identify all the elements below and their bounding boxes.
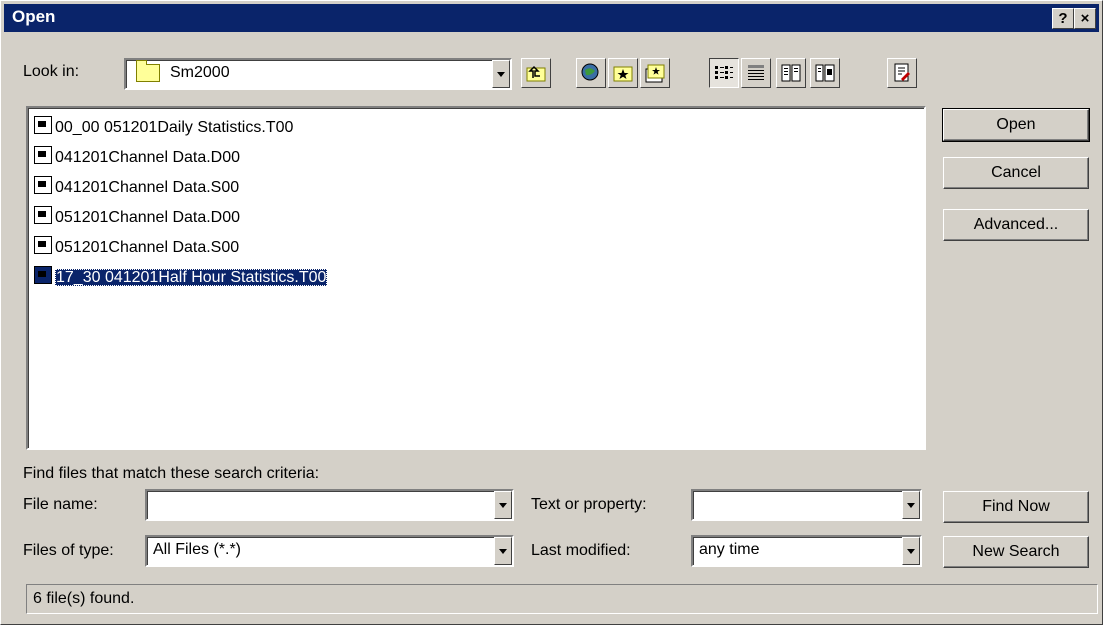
status-bar: 6 file(s) found. xyxy=(26,584,1098,614)
last-modified-value: any time xyxy=(699,541,760,558)
new-search-button[interactable]: New Search xyxy=(943,536,1089,568)
search-web-icon xyxy=(581,63,599,81)
file-icon xyxy=(34,116,52,134)
files-of-type-label: Files of type: xyxy=(23,542,114,559)
file-list-item[interactable]: 051201Channel Data.D00 xyxy=(34,206,240,228)
chevron-down-icon[interactable] xyxy=(902,537,920,565)
folder-icon xyxy=(136,60,160,82)
chevron-down-icon[interactable] xyxy=(494,491,512,519)
commands-and-settings-icon xyxy=(894,63,910,82)
find-now-button[interactable]: Find Now xyxy=(943,491,1089,523)
advanced-button[interactable]: Advanced... xyxy=(943,209,1089,241)
title-bar[interactable]: Open ? × xyxy=(4,4,1099,32)
files-of-type-dropdown[interactable]: All Files (*.*) xyxy=(145,535,514,567)
add-to-favorites-button[interactable] xyxy=(640,58,670,88)
search-web-button[interactable] xyxy=(576,58,606,88)
last-modified-dropdown[interactable]: any time xyxy=(691,535,922,567)
list-view-icon xyxy=(715,66,733,79)
file-list-item[interactable]: 00_00 051201Daily Statistics.T00 xyxy=(34,116,293,138)
look-in-value: Sm2000 xyxy=(170,64,230,81)
up-one-level-icon xyxy=(526,65,546,82)
file-name: 00_00 051201Daily Statistics.T00 xyxy=(55,119,294,136)
text-property-combo[interactable] xyxy=(691,489,922,521)
file-name: 17_30 041201Half Hour Statistics.T00 xyxy=(55,269,328,286)
preview-view-icon xyxy=(815,64,835,82)
file-list[interactable]: 00_00 051201Daily Statistics.T00 041201C… xyxy=(26,106,926,450)
file-name: 041201Channel Data.D00 xyxy=(55,149,241,166)
file-icon xyxy=(34,176,52,194)
chevron-down-icon[interactable] xyxy=(494,537,512,565)
open-dialog: Open ? × Look in: Sm2000 00_00 051201Dai… xyxy=(0,0,1103,625)
look-in-favorites-icon xyxy=(613,66,633,82)
help-button[interactable]: ? xyxy=(1052,8,1074,29)
last-modified-label: Last modified: xyxy=(531,542,631,559)
commands-and-settings-button[interactable] xyxy=(887,58,917,88)
file-name: 041201Channel Data.S00 xyxy=(55,179,240,196)
up-one-level-button[interactable] xyxy=(521,58,551,88)
window-title: Open xyxy=(12,7,56,26)
look-in-favorites-button[interactable] xyxy=(608,58,638,88)
file-list-item-selected[interactable]: 17_30 041201Half Hour Statistics.T00 xyxy=(34,266,328,288)
cancel-button[interactable]: Cancel xyxy=(943,157,1089,189)
file-name: 051201Channel Data.D00 xyxy=(55,209,241,226)
file-list-item[interactable]: 041201Channel Data.D00 xyxy=(34,146,240,168)
list-view-button[interactable] xyxy=(709,58,739,88)
file-icon xyxy=(34,146,52,164)
details-view-button[interactable] xyxy=(741,58,771,88)
file-list-item[interactable]: 051201Channel Data.S00 xyxy=(34,236,239,258)
close-button[interactable]: × xyxy=(1074,8,1096,29)
files-of-type-value: All Files (*.*) xyxy=(153,541,242,558)
file-name-combo[interactable] xyxy=(145,489,514,521)
preview-view-button[interactable] xyxy=(810,58,840,88)
chevron-down-icon[interactable] xyxy=(492,60,510,88)
add-to-favorites-icon xyxy=(645,64,665,83)
search-criteria-heading: Find files that match these search crite… xyxy=(23,465,320,482)
properties-view-button[interactable] xyxy=(776,58,806,88)
file-icon xyxy=(34,206,52,224)
look-in-dropdown[interactable]: Sm2000 xyxy=(124,58,512,90)
details-view-icon xyxy=(748,65,764,80)
text-property-label: Text or property: xyxy=(531,496,647,513)
properties-view-icon xyxy=(781,64,801,82)
open-button[interactable]: Open xyxy=(942,108,1090,142)
chevron-down-icon[interactable] xyxy=(902,491,920,519)
file-icon xyxy=(34,266,52,284)
look-in-label: Look in: xyxy=(23,63,80,80)
file-icon xyxy=(34,236,52,254)
file-name-label: File name: xyxy=(23,496,98,513)
file-name: 051201Channel Data.S00 xyxy=(55,239,240,256)
file-list-item[interactable]: 041201Channel Data.S00 xyxy=(34,176,239,198)
status-text: 6 file(s) found. xyxy=(33,590,135,607)
